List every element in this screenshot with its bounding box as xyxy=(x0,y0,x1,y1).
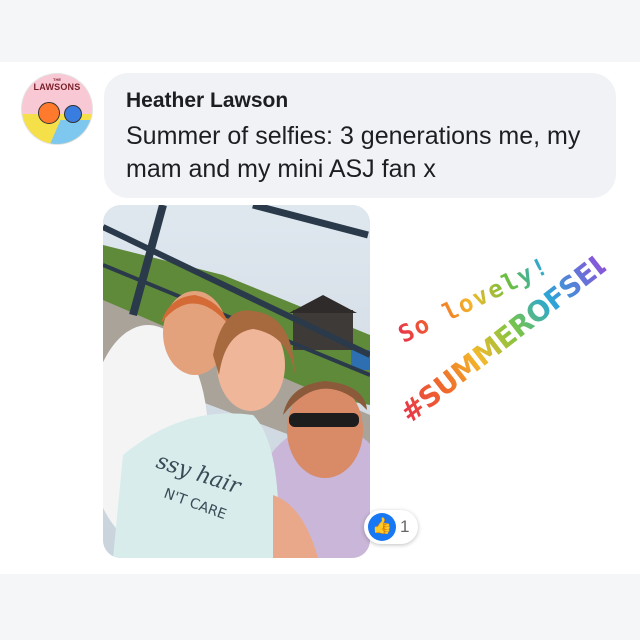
avatar-blue-character xyxy=(64,105,82,123)
comment-text: Summer of selfies: 3 generations me, my … xyxy=(126,122,581,183)
reaction-counter[interactable]: 👍 1 xyxy=(364,510,418,544)
top-band xyxy=(0,0,640,62)
comment-bubble: Heather Lawson Summer of selfies: 3 gene… xyxy=(104,73,616,198)
bottom-band xyxy=(0,574,640,640)
avatar[interactable]: THE LAWSONS xyxy=(22,74,92,144)
author-name[interactable]: Heather Lawson xyxy=(126,89,288,113)
reaction-count: 1 xyxy=(400,517,410,536)
avatar-brand-text: LAWSONS xyxy=(33,82,81,92)
thumbs-up-icon: 👍 xyxy=(368,513,396,541)
selfie-photo[interactable]: ssy hair N'T CARE xyxy=(103,205,370,558)
avatar-orange-character xyxy=(38,102,60,124)
